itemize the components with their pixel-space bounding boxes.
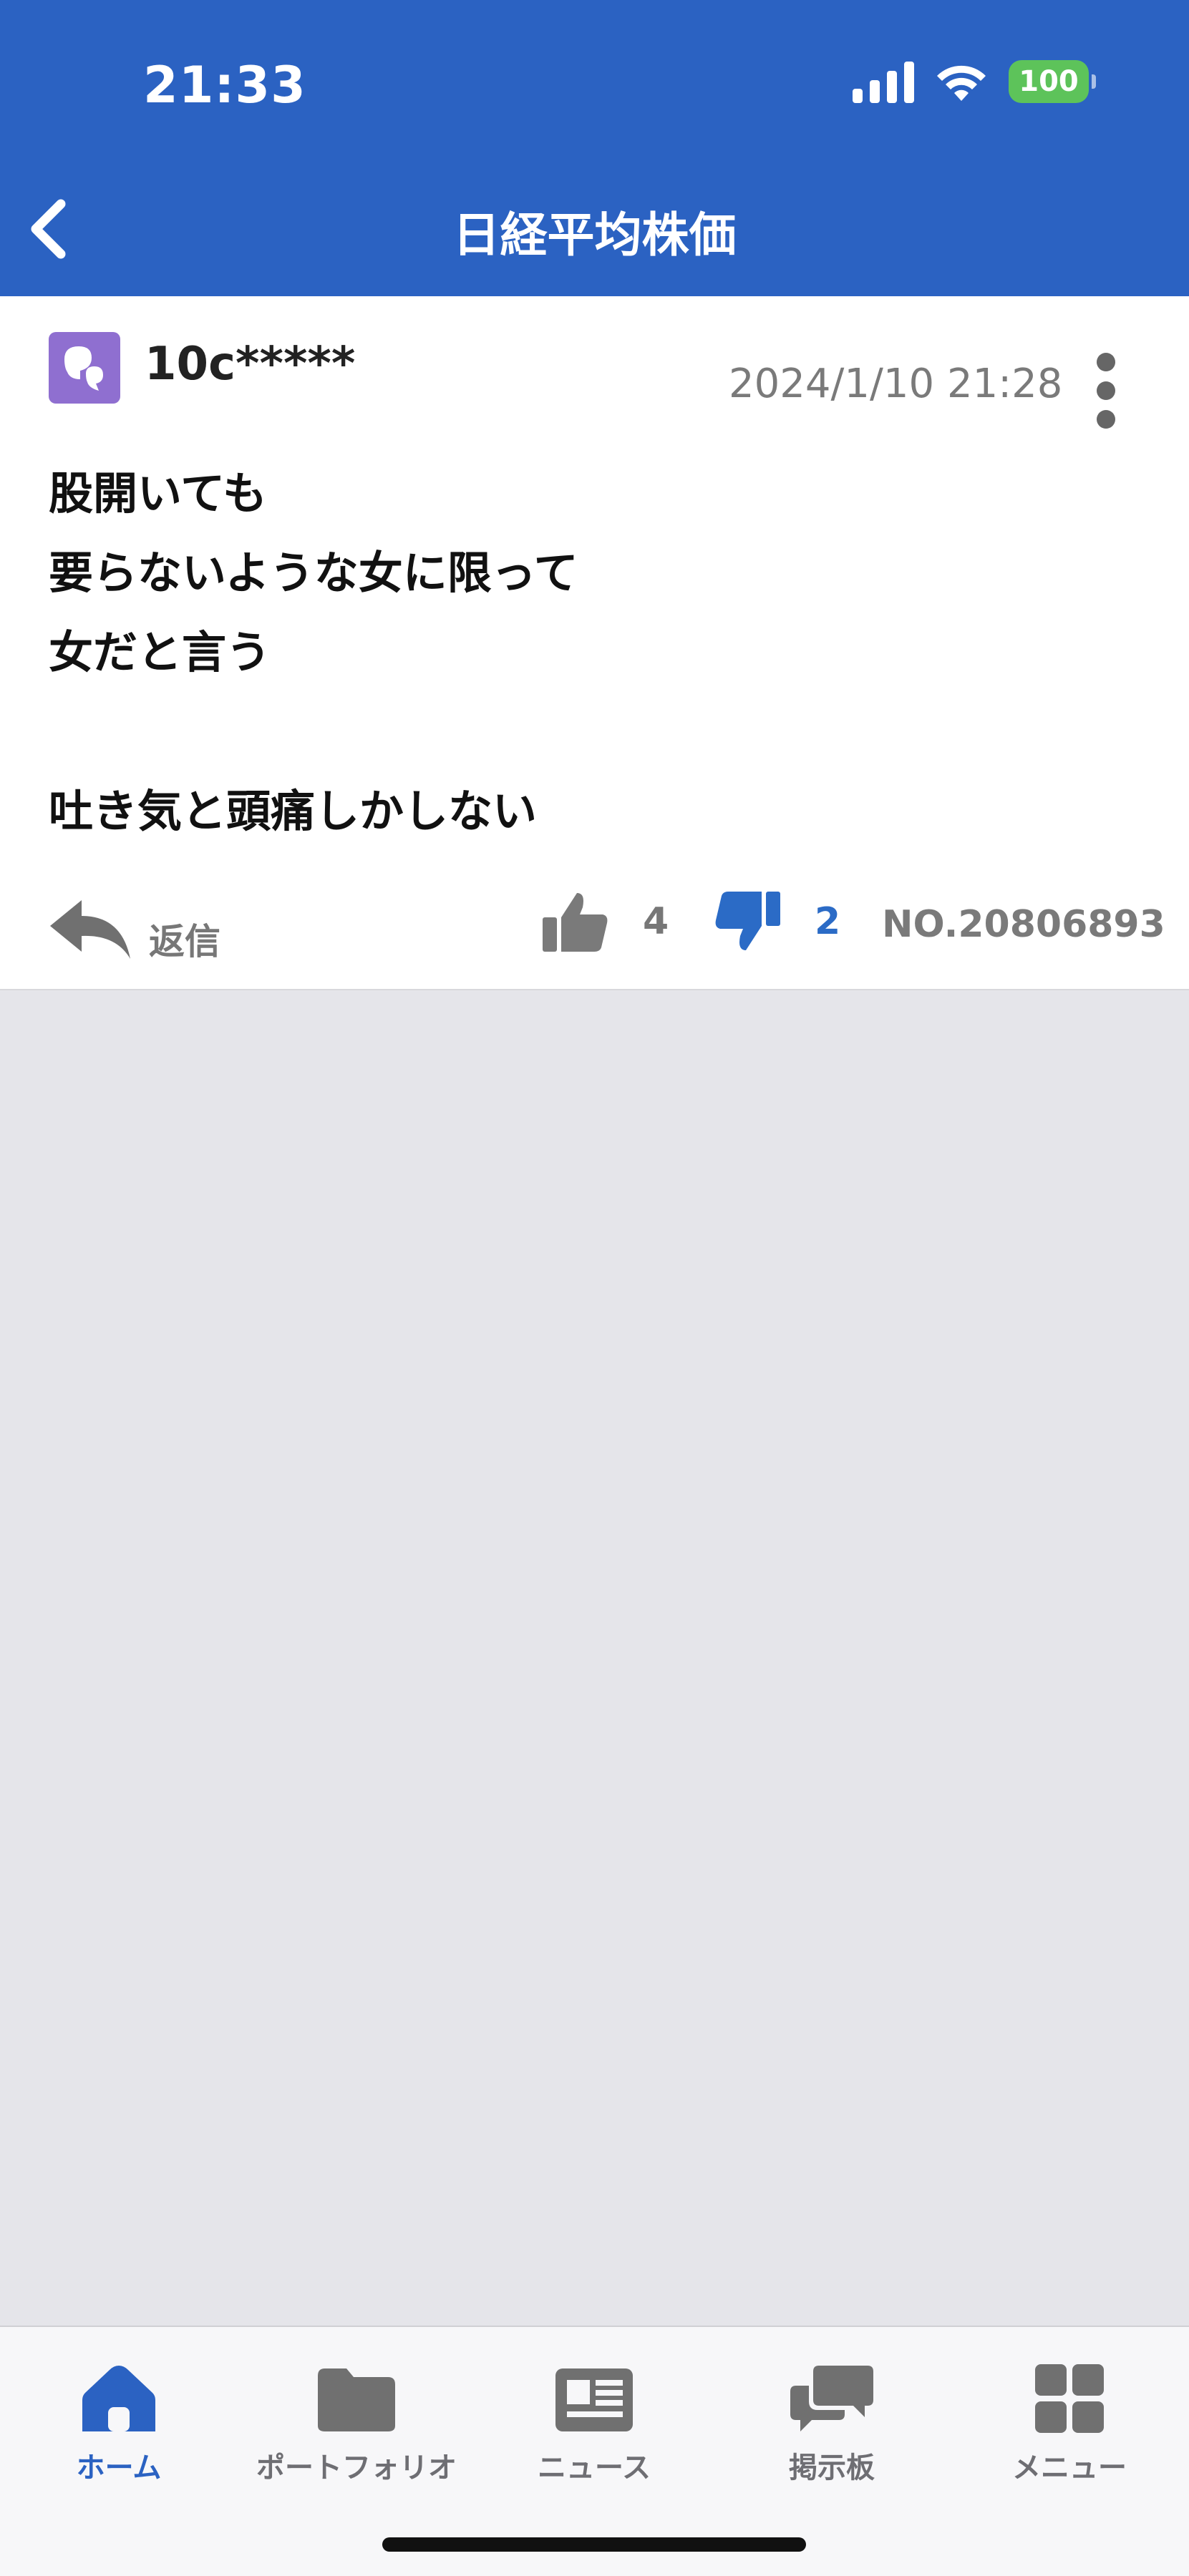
grid-icon xyxy=(1035,2364,1104,2433)
cellular-signal-icon xyxy=(853,60,914,103)
avatar[interactable] xyxy=(49,332,120,404)
home-indicator xyxy=(382,2537,806,2552)
tab-label: ニュース xyxy=(538,2451,651,2484)
page-title: 日経平均株価 xyxy=(452,208,737,263)
tab-label: メニュー xyxy=(1012,2451,1127,2484)
post-card: 10c***** 2024/1/10 21:28 股開いても 要らないような女に… xyxy=(0,296,1189,990)
tab-portfolio[interactable]: ポートフォリオ xyxy=(238,2348,475,2486)
user-avatar-icon xyxy=(64,346,103,391)
folder-icon xyxy=(318,2368,395,2431)
battery-icon: 100 xyxy=(1009,60,1096,103)
dislike-button[interactable]: 2 xyxy=(713,890,840,953)
dislike-count: 2 xyxy=(815,900,841,943)
post-number: NO.20806893 xyxy=(882,903,1165,946)
tab-menu[interactable]: メニュー xyxy=(951,2348,1188,2486)
reply-label: 返信 xyxy=(149,921,220,962)
battery-level: 100 xyxy=(1019,65,1079,98)
reply-button[interactable]: 返信 xyxy=(47,894,220,965)
app-header: 21:33 100 日経平均株価 xyxy=(0,0,1189,296)
more-options-button[interactable] xyxy=(1088,348,1124,434)
newspaper-icon xyxy=(555,2368,633,2431)
home-icon xyxy=(82,2366,155,2431)
status-time: 21:33 xyxy=(143,56,306,114)
reply-arrow-icon xyxy=(50,900,130,959)
chat-bubbles-icon xyxy=(790,2366,873,2431)
post-username[interactable]: 10c***** xyxy=(145,338,355,391)
tab-news[interactable]: ニュース xyxy=(475,2348,713,2486)
post-body: 股開いても 要らないような女に限って 女だと言う 吐き気と頭痛しかしない xyxy=(49,467,578,837)
tab-label: ホーム xyxy=(76,2451,162,2484)
tab-home[interactable]: ホーム xyxy=(0,2348,238,2486)
tab-label: 掲示板 xyxy=(789,2451,875,2484)
thumbs-up-icon xyxy=(543,893,608,952)
empty-content-area xyxy=(0,990,1189,2326)
post-date: 2024/1/10 21:28 xyxy=(729,361,1063,407)
wifi-icon xyxy=(937,65,986,101)
status-icons: 100 xyxy=(853,60,1096,103)
tab-label: ポートフォリオ xyxy=(256,2451,457,2484)
tab-board[interactable]: 掲示板 xyxy=(713,2348,951,2486)
like-button[interactable]: 4 xyxy=(541,890,669,953)
post-actions: 返信 4 2 NO.20806893 xyxy=(0,869,1189,969)
like-count: 4 xyxy=(643,900,669,943)
thumbs-down-icon xyxy=(715,892,780,950)
